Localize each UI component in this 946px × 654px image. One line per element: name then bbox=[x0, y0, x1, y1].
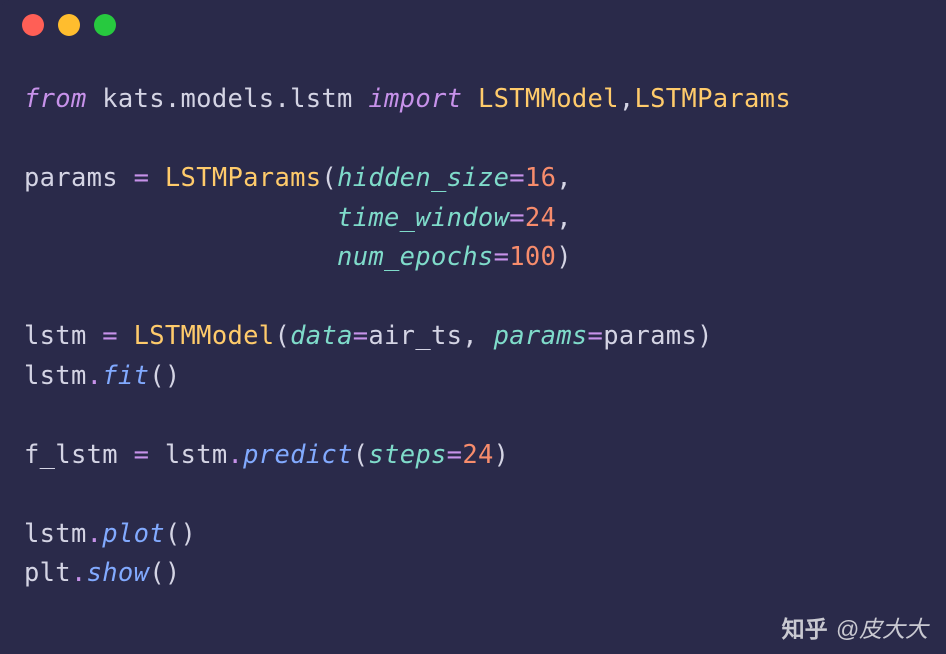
comma: , bbox=[556, 203, 572, 233]
code-line: from kats.models.lstm import LSTMModel,L… bbox=[24, 84, 791, 114]
code-line: lstm.fit() bbox=[24, 361, 181, 391]
class-name: LSTMParams bbox=[165, 163, 322, 193]
variable: params bbox=[24, 163, 118, 193]
param-name: params bbox=[494, 321, 588, 351]
code-line: f_lstm = lstm.predict(steps=24) bbox=[24, 440, 509, 470]
paren-open: ( bbox=[353, 440, 369, 470]
zhihu-logo-icon: 知乎 bbox=[782, 610, 828, 644]
number: 16 bbox=[525, 163, 556, 193]
variable: lstm bbox=[24, 321, 87, 351]
code-line: num_epochs=100) bbox=[24, 242, 572, 272]
paren-close: ) bbox=[165, 361, 181, 391]
object: lstm bbox=[24, 519, 87, 549]
operator-eq: = bbox=[134, 440, 150, 470]
class-name: LSTMParams bbox=[634, 84, 791, 114]
keyword-import: import bbox=[368, 84, 462, 114]
function-call: fit bbox=[102, 361, 149, 391]
module-path: kats.models.lstm bbox=[102, 84, 352, 114]
variable: air_ts bbox=[368, 321, 462, 351]
indent bbox=[24, 242, 337, 272]
paren-open: ( bbox=[149, 361, 165, 391]
close-icon[interactable] bbox=[22, 14, 44, 36]
object: lstm bbox=[24, 361, 87, 391]
param-name: steps bbox=[368, 440, 446, 470]
paren-close: ) bbox=[697, 321, 713, 351]
watermark: 知乎 @皮大大 bbox=[782, 610, 928, 644]
operator-eq: = bbox=[509, 203, 525, 233]
number: 100 bbox=[509, 242, 556, 272]
param-name: num_epochs bbox=[337, 242, 494, 272]
operator-eq: = bbox=[588, 321, 604, 351]
code-line: plt.show() bbox=[24, 558, 181, 588]
object: plt bbox=[24, 558, 71, 588]
maximize-icon[interactable] bbox=[94, 14, 116, 36]
operator-eq: = bbox=[102, 321, 118, 351]
dot-operator: . bbox=[87, 361, 103, 391]
function-call: show bbox=[87, 558, 150, 588]
code-window: from kats.models.lstm import LSTMModel,L… bbox=[0, 0, 946, 654]
operator-eq: = bbox=[494, 242, 510, 272]
comma: , bbox=[619, 84, 635, 114]
param-name: hidden_size bbox=[337, 163, 509, 193]
class-name: LSTMModel bbox=[134, 321, 275, 351]
function-call: plot bbox=[102, 519, 165, 549]
operator-eq: = bbox=[134, 163, 150, 193]
function-call: predict bbox=[243, 440, 353, 470]
paren-close: ) bbox=[494, 440, 510, 470]
class-name: LSTMModel bbox=[478, 84, 619, 114]
variable: f_lstm bbox=[24, 440, 118, 470]
code-line: params = LSTMParams(hidden_size=16, bbox=[24, 163, 572, 193]
paren-close: ) bbox=[181, 519, 197, 549]
operator-eq: = bbox=[447, 440, 463, 470]
code-editor: from kats.models.lstm import LSTMModel,L… bbox=[0, 50, 946, 614]
indent bbox=[24, 203, 337, 233]
paren-open: ( bbox=[321, 163, 337, 193]
number: 24 bbox=[525, 203, 556, 233]
dot-operator: . bbox=[71, 558, 87, 588]
comma: , bbox=[462, 321, 478, 351]
operator-eq: = bbox=[509, 163, 525, 193]
paren-close: ) bbox=[165, 558, 181, 588]
paren-open: ( bbox=[274, 321, 290, 351]
paren-open: ( bbox=[149, 558, 165, 588]
watermark-author: @皮大大 bbox=[836, 610, 928, 644]
code-line: lstm.plot() bbox=[24, 519, 196, 549]
number: 24 bbox=[462, 440, 493, 470]
param-name: data bbox=[290, 321, 353, 351]
param-name: time_window bbox=[337, 203, 509, 233]
code-line: lstm = LSTMModel(data=air_ts, params=par… bbox=[24, 321, 713, 351]
keyword-from: from bbox=[24, 84, 87, 114]
code-line: time_window=24, bbox=[24, 203, 572, 233]
titlebar bbox=[0, 0, 946, 50]
comma: , bbox=[556, 163, 572, 193]
minimize-icon[interactable] bbox=[58, 14, 80, 36]
dot-operator: . bbox=[228, 440, 244, 470]
operator-eq: = bbox=[353, 321, 369, 351]
dot-operator: . bbox=[87, 519, 103, 549]
paren-close: ) bbox=[556, 242, 572, 272]
paren-open: ( bbox=[165, 519, 181, 549]
variable: params bbox=[603, 321, 697, 351]
object: lstm bbox=[165, 440, 228, 470]
